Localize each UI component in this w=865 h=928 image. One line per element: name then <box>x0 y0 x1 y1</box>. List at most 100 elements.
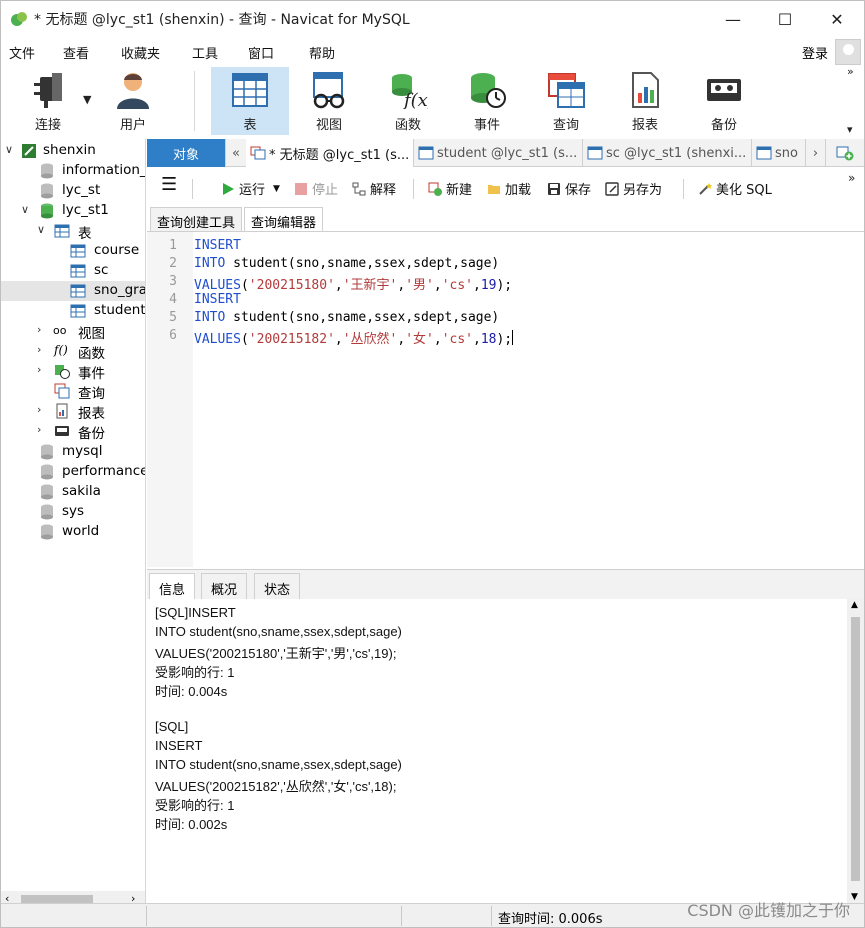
tree-group-events[interactable]: › 事件 <box>1 361 145 382</box>
message-vertical-scrollbar[interactable]: ▲ ▼ <box>847 599 864 903</box>
code-line[interactable]: 3 VALUES('200215180','王新宇','男','cs',19); <box>147 274 864 293</box>
tree-group-views[interactable]: › oo 视图 <box>1 321 145 342</box>
tab-objects[interactable]: 对象 <box>147 139 226 167</box>
tree-table[interactable]: student <box>1 301 145 321</box>
tab-sno-table[interactable]: sno <box>752 139 806 167</box>
chevron-right-icon[interactable]: › <box>37 403 41 416</box>
tree-database[interactable]: lyc_st <box>1 181 145 201</box>
chevron-right-icon[interactable]: › <box>37 423 41 436</box>
report-icon <box>56 403 68 419</box>
tree-database-open[interactable]: ∨ lyc_st1 <box>1 201 145 221</box>
tab-info[interactable]: 信息 <box>149 573 196 600</box>
toolbar-divider <box>683 179 684 199</box>
query-icon <box>250 146 266 160</box>
scrollbar-thumb[interactable] <box>851 617 860 881</box>
tree-group-queries[interactable]: 查询 <box>1 381 145 402</box>
code-token: '王新宇' <box>342 278 398 293</box>
chevron-down-icon[interactable]: ▼ <box>273 184 280 194</box>
toolbar-query-button[interactable]: 查询 <box>527 67 605 135</box>
tab-query-builder[interactable]: 查询创建工具 <box>150 207 243 231</box>
tree-group-backups[interactable]: › 备份 <box>1 421 145 442</box>
title-bar: * 无标题 @lyc_st1 (shenxin) - 查询 - Navicat … <box>1 1 864 37</box>
tree-table-group[interactable]: ∨ 表 <box>1 221 145 242</box>
tree-database[interactable]: world <box>1 522 145 542</box>
tree-group-functions[interactable]: › f() 函数 <box>1 341 145 362</box>
tab-scroll-right-icon[interactable]: › <box>806 139 826 167</box>
load-button[interactable]: 加载 <box>487 179 531 198</box>
save-as-button[interactable]: 另存为 <box>605 179 662 198</box>
login-link[interactable]: 登录 <box>802 43 828 62</box>
stop-button[interactable]: 停止 <box>294 179 338 198</box>
scroll-down-icon[interactable]: ▼ <box>851 892 858 902</box>
scroll-up-icon[interactable]: ▲ <box>851 600 858 610</box>
main-toolbar: ▼ 连接 用户 表 视图 f(x 函数 事件 查询 报表 备份 » ▾ <box>1 65 864 139</box>
tab-profile[interactable]: 概况 <box>201 573 248 600</box>
tree-table[interactable]: course <box>1 241 145 261</box>
close-button[interactable]: ✕ <box>811 1 863 37</box>
save-button[interactable]: 保存 <box>547 179 591 198</box>
code-line[interactable]: 1 INSERT <box>147 238 864 256</box>
table-icon <box>70 284 86 298</box>
maximize-button[interactable]: ☐ <box>759 1 811 37</box>
chevron-down-icon[interactable]: ∨ <box>37 223 45 236</box>
sql-editor[interactable]: 1 INSERT 2 INTO student(sno,sname,ssex,sdep… <box>147 231 864 567</box>
tab-untitled-query[interactable]: * 无标题 @lyc_st1 (s... <box>246 139 414 167</box>
tab-scroll-left-icon[interactable]: « <box>226 139 246 167</box>
tree-group-reports[interactable]: › 报表 <box>1 401 145 422</box>
toolbar-overflow-icon[interactable]: » <box>847 65 854 78</box>
beautify-sql-button[interactable]: 美化 SQL <box>698 179 772 198</box>
menu-view[interactable]: 查看 <box>63 43 89 62</box>
menu-window[interactable]: 窗口 <box>248 43 274 62</box>
chevron-down-icon[interactable]: ∨ <box>5 143 13 156</box>
tab-status[interactable]: 状态 <box>254 573 301 600</box>
toolbar-event-button[interactable]: 事件 <box>448 67 526 135</box>
menu-favorites[interactable]: 收藏夹 <box>121 43 160 62</box>
chevron-right-icon[interactable]: › <box>37 323 41 336</box>
code-line[interactable]: 4 INSERT <box>147 292 864 310</box>
message-line: VALUES('200215180','王新宇','男','cs',19); <box>155 646 397 661</box>
chevron-right-icon[interactable]: › <box>37 343 41 356</box>
tree-database[interactable]: mysql <box>1 442 145 462</box>
code-line[interactable]: 5 INTO student(sno,sname,ssex,sdept,sage) <box>147 310 864 328</box>
code-token: , <box>473 332 481 347</box>
chevron-right-icon[interactable]: › <box>37 363 41 376</box>
new-tab-icon[interactable] <box>830 139 860 167</box>
table-label: sc <box>94 262 109 278</box>
new-query-button[interactable]: 新建 <box>428 179 472 198</box>
tab-student-table[interactable]: student @lyc_st1 (s... <box>414 139 583 167</box>
menu-file[interactable]: 文件 <box>9 43 35 62</box>
chevron-down-icon[interactable]: ▼ <box>83 93 91 106</box>
menu-tools[interactable]: 工具 <box>192 43 218 62</box>
code-token: , <box>473 278 481 293</box>
tree-database[interactable]: performance <box>1 462 145 482</box>
minimize-button[interactable]: — <box>707 1 759 37</box>
run-button[interactable]: 运行 ▼ <box>221 179 280 198</box>
tab-sc-table[interactable]: sc @lyc_st1 (shenxi... <box>583 139 752 167</box>
tree-database[interactable]: information_ <box>1 161 145 181</box>
code-line[interactable]: 2 INTO student(sno,sname,ssex,sdept,sage) <box>147 256 864 274</box>
toolbar-report-button[interactable]: 报表 <box>606 67 684 135</box>
tree-table[interactable]: sc <box>1 261 145 281</box>
code-text: INSERT <box>194 238 241 253</box>
explain-button[interactable]: 解释 <box>352 179 396 198</box>
toolbar-function-button[interactable]: f(x) 函数 <box>369 67 447 135</box>
tree-table-selected[interactable]: sno_gra <box>1 281 145 301</box>
avatar[interactable] <box>835 39 861 65</box>
tree-database[interactable]: sys <box>1 502 145 522</box>
chevron-down-icon[interactable]: ▾ <box>847 123 853 136</box>
code-text: INTO student(sno,sname,ssex,sdept,sage) <box>194 310 499 325</box>
toolbar-backup-button[interactable]: 备份 <box>685 67 763 135</box>
toolbar-table-button[interactable]: 表 <box>211 67 289 135</box>
toolbar-view-button[interactable]: 视图 <box>290 67 368 135</box>
toolbar-connect-button[interactable]: ▼ 连接 <box>9 67 91 135</box>
tab-query-editor[interactable]: 查询编辑器 <box>244 207 324 231</box>
toolbar-overflow-icon[interactable]: » <box>848 171 855 185</box>
toolbar-user-button[interactable]: 用户 <box>94 67 172 135</box>
chevron-down-icon[interactable]: ∨ <box>21 203 29 216</box>
tree-connection[interactable]: ∨ shenxin <box>1 141 145 161</box>
message-line: INTO student(sno,sname,ssex,sdept,sage) <box>155 624 402 639</box>
menu-help[interactable]: 帮助 <box>309 43 335 62</box>
tree-database[interactable]: sakila <box>1 482 145 502</box>
code-line[interactable]: 6 VALUES('200215182','丛欣然','女','cs',18); <box>147 328 864 347</box>
hamburger-menu-icon[interactable]: ☰ <box>161 174 177 195</box>
